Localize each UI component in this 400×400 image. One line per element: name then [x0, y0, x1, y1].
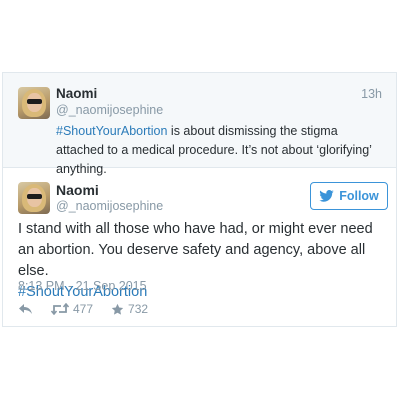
avatar[interactable]	[18, 87, 50, 119]
follow-button[interactable]: Follow	[310, 182, 388, 210]
retweet-count: 477	[73, 302, 94, 316]
tweet-card: Naomi @_naomijosephine 13h #ShoutYourAbo…	[2, 72, 397, 327]
retweet-button[interactable]: 477	[51, 302, 93, 316]
tweet-time[interactable]: 13h	[361, 87, 382, 101]
hashtag-link[interactable]: #ShoutYourAbortion	[56, 124, 167, 138]
tweet-text-body: I stand with all those who have had, or …	[18, 221, 373, 279]
tweet-timestamp[interactable]: 8:13 PM - 21 Sep 2015	[18, 279, 147, 293]
previous-tweet[interactable]: Naomi @_naomijosephine 13h #ShoutYourAbo…	[3, 73, 396, 176]
like-count: 732	[128, 302, 149, 316]
user-name[interactable]: Naomi	[56, 86, 97, 101]
twitter-bird-icon	[319, 190, 334, 202]
follow-label: Follow	[339, 189, 379, 203]
retweet-icon	[51, 303, 69, 315]
avatar[interactable]	[18, 182, 50, 214]
avatar-sunglasses	[27, 99, 42, 104]
tweet-text: #ShoutYourAbortion is about dismissing t…	[56, 122, 386, 179]
reply-icon	[19, 304, 32, 314]
avatar-sunglasses	[27, 194, 42, 199]
reply-button[interactable]	[18, 303, 33, 315]
tweet-actions: 477 732	[18, 302, 166, 316]
star-icon	[111, 303, 124, 315]
user-handle[interactable]: @_naomijosephine	[56, 103, 163, 117]
user-name[interactable]: Naomi	[56, 182, 99, 198]
like-button[interactable]: 732	[111, 302, 148, 316]
user-handle[interactable]: @_naomijosephine	[56, 199, 163, 213]
